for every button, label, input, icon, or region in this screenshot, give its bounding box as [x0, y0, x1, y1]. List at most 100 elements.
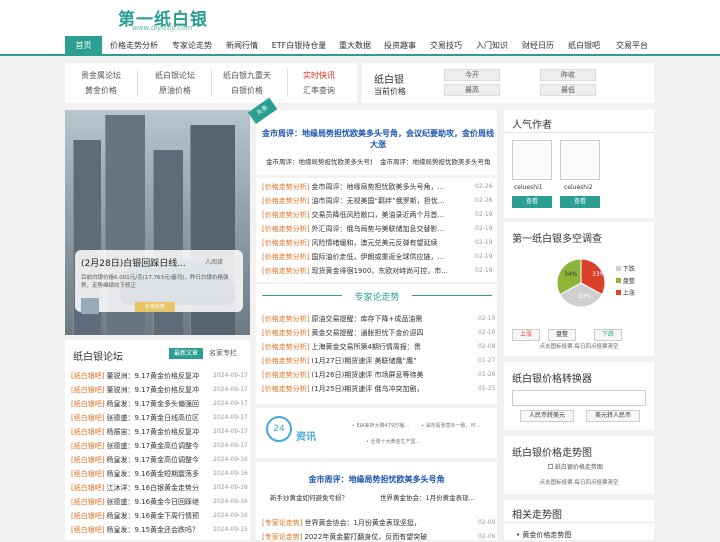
headline-2-sub-2[interactable]: 世界黄金协会：1月份黄金表现... [380, 492, 490, 502]
list-item-tag[interactable]: [价格走势分析] [262, 225, 309, 233]
vote-down-button[interactable]: 下跌 [594, 329, 622, 341]
avatar[interactable] [512, 140, 552, 180]
list-item-tag[interactable]: [价格走势分析] [262, 343, 309, 351]
usd-to-cny-button[interactable]: 美元转人民币 [586, 410, 640, 422]
slider-caption[interactable]: (2月28日)白银回踩日线... [81, 256, 186, 269]
list-item-text[interactable]: (1月25日)期货速评 俄乌冲突加剧， [311, 385, 423, 393]
list-item[interactable]: [价格走势分析] 现货黄金徘徊1900，东欧对峙尚可控，市... [262, 266, 462, 276]
link-gold-price[interactable]: 黄金价格 [85, 85, 117, 96]
vote-flat-button[interactable]: 盘整 [548, 329, 576, 341]
list-item-text[interactable]: 原油交易提醒：库存下降+成品油需 [311, 315, 422, 323]
list-item-text[interactable]: 金市周评：地缘局势担忧欧美多头号角，... [311, 183, 444, 191]
view-author-button[interactable]: 查看 [512, 196, 552, 208]
list-item[interactable]: [价格走势分析] (1月25日)期货速评 俄乌冲突加剧， [262, 384, 462, 394]
list-item-tag[interactable]: [纸白银吧] [71, 498, 104, 506]
nav-data[interactable]: 重大数据 [336, 36, 374, 56]
slider-more-button[interactable]: 价格走势 [135, 302, 175, 312]
list-item-text[interactable]: 杨皇发：9.15黄金还会跌吗？ [106, 526, 199, 534]
list-item-text[interactable]: (1月26日)期货速评 市场屏息等待美 [311, 371, 423, 379]
list-item[interactable]: [价格走势分析] 金市周评：地缘局势担忧欧美多头号角，... [262, 182, 462, 192]
list-item-tag[interactable]: [纸白银吧] [71, 400, 104, 408]
list-item-tag[interactable]: [价格走势分析] [262, 197, 309, 205]
link-silver-forum[interactable]: 纸白银论坛 [155, 70, 195, 81]
list-item[interactable]: [价格走势分析] 油市周评：无视美国“羁绊”俄罗斯，担忧... [262, 196, 462, 206]
list-item-text[interactable]: 江沐洋：9.16白银黄金走势分 [106, 484, 199, 492]
list-item[interactable]: [纸白银吧] 杨皇发：9.16黄金短期震荡多 [71, 469, 209, 479]
list-item[interactable]: [纸白银吧] 董锐洲：9.17黄金价格反复冲 [71, 385, 209, 395]
list-item-tag[interactable]: [价格走势分析] [262, 385, 309, 393]
list-item[interactable]: [纸白银吧] 杨皇发：9.15黄金还会跌吗？ [71, 525, 209, 535]
list-item-text[interactable]: 交易员降低风险敞口，美油录近两个月首... [311, 211, 444, 219]
list-item[interactable]: [价格走势分析] 外汇周评：俄乌局势与美联储加息交替影... [262, 224, 462, 234]
list-item-text[interactable]: 现货黄金徘徊1900，东欧对峙尚可控，市... [311, 267, 448, 275]
list-item-tag[interactable]: [价格走势分析] [262, 371, 309, 379]
cny-to-usd-button[interactable]: 人民币转美元 [520, 410, 574, 422]
tab-latest[interactable]: 最新文章 [169, 348, 203, 359]
list-item-tag[interactable]: [价格走势分析] [262, 329, 309, 337]
list-item[interactable]: [纸白银吧] 张德盛：9.17黄金高位调整今 [71, 441, 209, 451]
list-item-tag[interactable]: [纸白银吧] [71, 526, 104, 534]
list-item[interactable]: [纸白银吧] 董锐洲：9.17黄金价格反复冲 [71, 371, 209, 381]
list-item[interactable]: [价格走势分析] 黄金交易提醒：通胀担忧下金价迎四 [262, 328, 462, 338]
list-item-tag[interactable]: [价格走势分析] [262, 315, 309, 323]
author-name[interactable]: celueshi1 [514, 184, 543, 191]
list-item[interactable]: [纸白银吧] 张德盛：9.16黄金今日回踩继 [71, 497, 209, 507]
list-item[interactable]: [纸白银吧] 杨皇发：9.17黄金高位调整今 [71, 455, 209, 465]
news-banner[interactable]: 24 资讯 • EIA库存大降479万桶… • 油市看涨意外一致，可… • 全球… [256, 408, 497, 458]
list-item-text[interactable]: 国际油价走低，伊朗或重返全球供应链，... [311, 253, 444, 261]
list-item-text[interactable]: 董锐洲：9.17黄金价格反复冲 [106, 386, 199, 394]
list-item-tag[interactable]: [价格走势分析] [262, 267, 309, 275]
list-item-text[interactable]: 杨皇发：9.17黄金多头偏强回 [106, 400, 199, 408]
nav-platform[interactable]: 交易平台 [610, 36, 654, 56]
list-item[interactable]: [纸白银吧] 杨皇发：9.17黄金多头偏强回 [71, 399, 209, 409]
list-item[interactable]: [纸白银吧] 杨振宙：9.17黄金价格反复冲 [71, 427, 209, 437]
list-item[interactable]: [价格走势分析] 风险情绪缓和，澳元兑美元反弹有望延续 [262, 238, 462, 248]
link-silver-nine[interactable]: 纸白银九重天 [223, 70, 271, 81]
list-item-text[interactable]: 风险情绪缓和，澳元兑美元反弹有望延续 [311, 239, 437, 247]
list-item-text[interactable]: 油市周评：无视美国“羁绊”俄罗斯，担忧... [311, 197, 444, 205]
headline-sub-1[interactable]: 金市周评：地缘局势担忧欧美多头号角 [266, 156, 372, 166]
list-item-text[interactable]: 杨皇发：9.16黄金下周行情预 [106, 512, 199, 520]
link-metal-forum[interactable]: 贵金属论坛 [81, 70, 121, 81]
list-item[interactable]: [价格走势分析] 上海黄金交易所第4期行情周报：贵 [262, 342, 462, 352]
list-item[interactable]: [价格走势分析] (1月27日)期货速评 美联储鹰“鹰” [262, 356, 462, 366]
list-item-tag[interactable]: [纸白银吧] [71, 442, 104, 450]
list-item-tag[interactable]: [纸白银吧] [71, 414, 104, 422]
list-item-tag[interactable]: [价格走势分析] [262, 239, 309, 247]
list-item-tag[interactable]: [纸白银吧] [71, 470, 104, 478]
list-item-tag[interactable]: [价格走势分析] [262, 211, 309, 219]
author-name[interactable]: celueshi2 [564, 184, 593, 191]
list-item-tag[interactable]: [纸白银吧] [71, 512, 104, 520]
nav-price-analysis[interactable]: 价格走势分析 [106, 36, 162, 56]
nav-etf[interactable]: ETF白银持仓量 [268, 36, 330, 56]
news-banner-line-1[interactable]: • EIA库存大降479万桶… [352, 422, 409, 429]
nav-calendar[interactable]: 财经日历 [518, 36, 558, 56]
list-item-tag[interactable]: [纸白银吧] [71, 428, 104, 436]
nav-expert[interactable]: 专家论走势 [168, 36, 216, 56]
list-item-tag[interactable]: [价格走势分析] [262, 357, 309, 365]
list-item-tag[interactable]: [价格走势分析] [262, 183, 309, 191]
list-item-text[interactable]: 张德盛：9.17黄金高位调整今 [106, 442, 199, 450]
list-item-text[interactable]: 世界黄金协会：1月份黄金表现坚挺， [304, 519, 420, 527]
nav-home[interactable]: 首页 [65, 36, 102, 56]
list-item[interactable]: [价格走势分析] 国际油价走低，伊朗或重返全球供应链，... [262, 252, 462, 262]
list-item-text[interactable]: 杨皇发：9.16黄金短期震荡多 [106, 470, 199, 478]
nav-basics[interactable]: 入门知识 [472, 36, 512, 56]
featured-slider[interactable]: (2月28日)白银回踩日线... 人阅读 目前白银价格6.001元/克(17.7… [65, 110, 250, 335]
list-item[interactable]: [价格走势分析] 原油交易提醒：库存下降+成品油需 [262, 314, 462, 324]
list-item-tag[interactable]: [纸白银吧] [71, 372, 104, 380]
avatar[interactable] [560, 140, 600, 180]
list-item-text[interactable]: 张德盛：9.16黄金今日回踩继 [106, 498, 199, 506]
slider-thumb[interactable] [81, 298, 99, 314]
list-item-text[interactable]: 张德盛：9.17黄金日线高位区 [106, 414, 199, 422]
trend-image-placeholder[interactable]: 纸白银价格走势图 [548, 462, 603, 471]
list-item[interactable]: [纸白银吧] 张德盛：9.17黄金日线高位区 [71, 413, 209, 423]
vote-up-button[interactable]: 上涨 [512, 329, 540, 341]
nav-news[interactable]: 新闻行情 [222, 36, 262, 56]
list-item-text[interactable]: (1月27日)期货速评 美联储鹰“鹰” [311, 357, 416, 365]
list-item[interactable]: [价格走势分析] 交易员降低风险敞口，美油录近两个月首... [262, 210, 462, 220]
link-flash-news[interactable]: 实时快讯 [303, 70, 335, 81]
list-item-text[interactable]: 黄金交易提醒：通胀担忧下金价迎四 [311, 329, 423, 337]
nav-forum[interactable]: 纸白银吧 [564, 36, 604, 56]
link-fx-query[interactable]: 汇率查询 [303, 85, 335, 96]
